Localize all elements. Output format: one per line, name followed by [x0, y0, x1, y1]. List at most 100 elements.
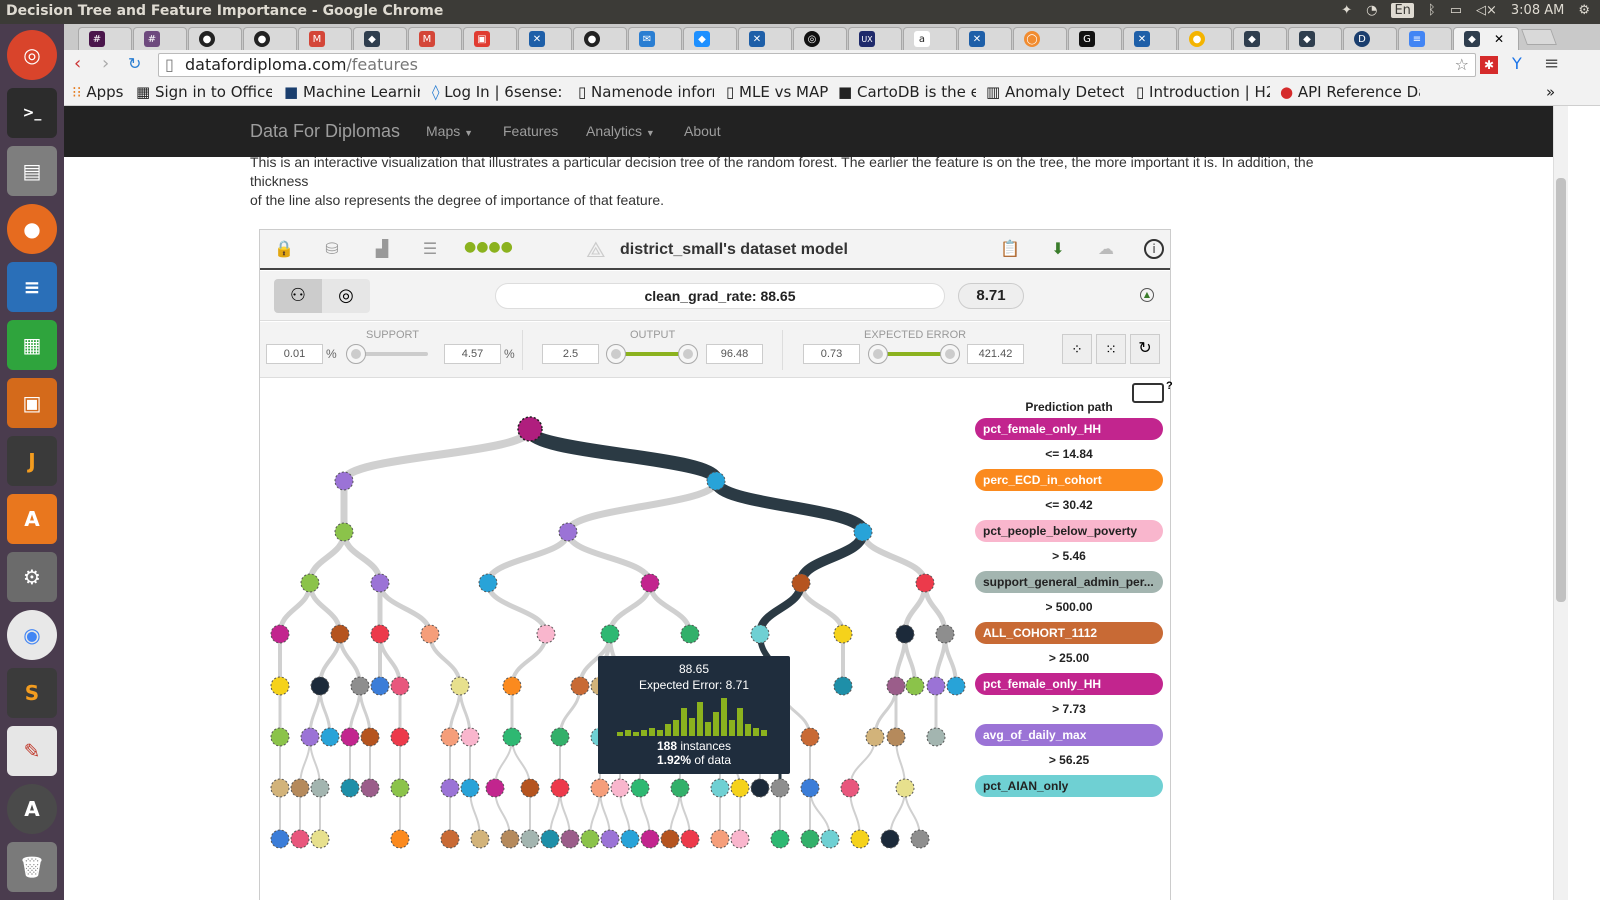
bookmark-6sense[interactable]: ◊ Log In | 6sense: P [432, 83, 566, 101]
tree-node[interactable] [580, 829, 600, 849]
tree-node[interactable] [310, 778, 330, 798]
tree-node[interactable] [910, 829, 930, 849]
forward-icon[interactable]: › [102, 53, 109, 74]
bookmark-h2[interactable]: ▯ Introduction | H2 [1136, 83, 1270, 101]
tree-node[interactable] [520, 778, 540, 798]
error-max-input[interactable]: 421.42 [967, 344, 1024, 364]
tree-node[interactable] [390, 778, 410, 798]
tree-node[interactable] [370, 676, 390, 696]
tree-node[interactable] [558, 522, 578, 542]
jupyter-icon[interactable]: J [7, 436, 57, 486]
tree-node[interactable] [290, 829, 310, 849]
tree-node[interactable] [926, 676, 946, 696]
tab-tools-4[interactable]: ✕ [1123, 27, 1177, 50]
tab-active[interactable]: ◆ ✕ [1453, 27, 1519, 50]
tree-node[interactable] [340, 778, 360, 798]
tree-node[interactable] [926, 727, 946, 747]
tree-node[interactable] [540, 829, 560, 849]
impress-icon[interactable]: ▣ [7, 378, 57, 428]
tab-tools-3[interactable]: ✕ [958, 27, 1012, 50]
clock[interactable]: 3:08 AM [1511, 3, 1564, 18]
tree-node[interactable] [440, 778, 460, 798]
root-node[interactable] [517, 416, 543, 442]
tab-github-2[interactable]: ● [243, 27, 297, 50]
tab-gmail-1[interactable]: M [298, 27, 352, 50]
site-brand[interactable]: Data For Diplomas [250, 121, 400, 142]
tree-node[interactable] [895, 624, 915, 644]
tree-node[interactable] [300, 727, 320, 747]
tab-ux[interactable]: UX [848, 27, 902, 50]
tree-node[interactable] [360, 778, 380, 798]
battery-icon[interactable]: ▭ [1450, 3, 1462, 18]
tree-node[interactable] [450, 676, 470, 696]
tree-node[interactable] [840, 778, 860, 798]
error-min-handle[interactable] [868, 344, 888, 364]
nav-about[interactable]: About [684, 123, 721, 139]
tree-node[interactable] [750, 778, 770, 798]
tree-node[interactable] [630, 778, 650, 798]
tree-node[interactable] [334, 471, 354, 491]
prediction-field[interactable]: clean_grad_rate: 88.65 [495, 283, 945, 309]
sliders-icon[interactable]: ☰ [420, 239, 440, 259]
cloud-action-icon[interactable]: ☁ [1096, 239, 1116, 259]
prediction-path-field[interactable]: pct_people_below_poverty [975, 520, 1163, 542]
tree-node[interactable] [590, 778, 610, 798]
tab-github-1[interactable]: ● [188, 27, 242, 50]
error-max-handle[interactable] [940, 344, 960, 364]
tree-node[interactable] [334, 522, 354, 542]
dataset-search-icon[interactable]: ⛁ [322, 239, 342, 259]
prediction-path-field[interactable]: perc_ECD_in_cohort [975, 469, 1163, 491]
close-tab-icon[interactable]: ✕ [1494, 32, 1504, 46]
tree-node[interactable] [460, 727, 480, 747]
tree-node[interactable] [670, 778, 690, 798]
tab-app-1[interactable]: ◆ [353, 27, 407, 50]
tab-app-6[interactable]: ● [1178, 27, 1232, 50]
support-min-input[interactable]: 0.01 [266, 344, 323, 364]
pdf-reader-icon[interactable]: ✎ [7, 726, 57, 776]
tree-node[interactable] [300, 573, 320, 593]
tree-node[interactable] [640, 829, 660, 849]
tab-github-3[interactable]: ● [573, 27, 627, 50]
tree-node[interactable] [680, 829, 700, 849]
tree-node[interactable] [502, 727, 522, 747]
tree-node[interactable] [270, 727, 290, 747]
tree-node[interactable] [470, 829, 490, 849]
tree-node[interactable] [600, 829, 620, 849]
tree-node[interactable] [290, 778, 310, 798]
prediction-path-field[interactable]: ALL_COHORT_1112 [975, 622, 1163, 644]
files-icon[interactable]: ▤ [7, 146, 57, 196]
tree-node[interactable] [350, 676, 370, 696]
tree-node[interactable] [440, 829, 460, 849]
tree-node[interactable] [330, 624, 350, 644]
tree-node[interactable] [610, 778, 630, 798]
lock-icon[interactable]: 🔒 [274, 239, 294, 259]
tree-node[interactable] [550, 727, 570, 747]
nav-analytics[interactable]: Analytics ▼ [586, 123, 655, 139]
tree-node[interactable] [478, 573, 498, 593]
tree-node[interactable] [340, 727, 360, 747]
tree-node[interactable] [270, 829, 290, 849]
tree-node[interactable] [502, 676, 522, 696]
bookmark-star-icon[interactable]: ☆ [1455, 54, 1469, 76]
bookmark-office[interactable]: ▦ Sign in to Office 3 [136, 83, 272, 101]
tree-node[interactable] [620, 829, 640, 849]
tree-node[interactable] [833, 624, 853, 644]
tree-node[interactable] [550, 778, 570, 798]
tree-node[interactable] [570, 676, 590, 696]
tree-node[interactable] [680, 624, 700, 644]
tree-node[interactable] [770, 778, 790, 798]
info-icon[interactable]: i [1144, 239, 1164, 259]
bookmark-anomaly[interactable]: ▥ Anomaly Detectio [986, 83, 1124, 101]
bookmark-apps[interactable]: ⁝⁝ Apps [72, 83, 123, 101]
tree-node[interactable] [640, 573, 660, 593]
tree-node[interactable] [270, 778, 290, 798]
output-min-handle[interactable] [606, 344, 626, 364]
output-max-input[interactable]: 96.48 [706, 344, 763, 364]
tree-node[interactable] [370, 573, 390, 593]
tree-node[interactable] [886, 676, 906, 696]
tree-node[interactable] [360, 727, 380, 747]
bookmark-machine-learning[interactable]: ■ Machine Learning [284, 83, 420, 101]
extension-y-icon[interactable]: Y [1512, 54, 1522, 73]
terminal-icon[interactable]: >_ [7, 88, 57, 138]
tree-node[interactable] [310, 829, 330, 849]
